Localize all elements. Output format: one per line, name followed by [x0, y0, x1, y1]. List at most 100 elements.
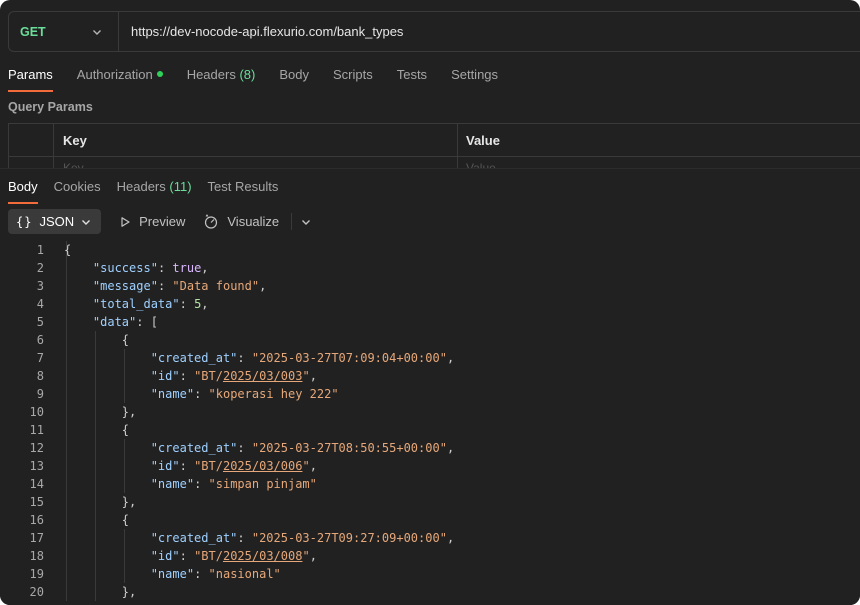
- code-text: "name": "nasional": [150, 567, 281, 581]
- tab-params[interactable]: Params: [8, 66, 53, 92]
- format-label: JSON: [39, 214, 75, 229]
- tab-test-results[interactable]: Test Results: [208, 178, 279, 204]
- code-line: 16 {: [0, 511, 860, 529]
- url-input[interactable]: https://dev-nocode-api.flexurio.com/bank…: [119, 24, 403, 39]
- code-text: {: [64, 333, 130, 347]
- format-select[interactable]: {} JSON: [8, 209, 102, 234]
- key-column-header: Key: [54, 124, 458, 156]
- line-number: 11: [29, 423, 44, 437]
- code-text: {: [64, 243, 72, 257]
- tab-body[interactable]: Body: [279, 66, 309, 92]
- tab-settings[interactable]: Settings: [451, 66, 498, 92]
- response-pane: Body Cookies Headers (11) Test Results {…: [0, 168, 860, 605]
- tab-label: Body: [279, 67, 309, 82]
- tab-response-body[interactable]: Body: [8, 178, 38, 204]
- tab-response-headers[interactable]: Headers (11): [117, 178, 192, 204]
- code-line: 11 {: [0, 421, 860, 439]
- method-select[interactable]: GET: [9, 12, 119, 51]
- url-bar: GET https://dev-nocode-api.flexurio.com/…: [8, 11, 860, 52]
- chevron-down-icon: [93, 30, 101, 35]
- code-text: },: [64, 585, 137, 599]
- chevron-down-icon: [82, 219, 91, 225]
- line-number: 20: [29, 585, 44, 599]
- code-text: "message": "Data found",: [92, 279, 267, 293]
- line-number: 2: [36, 261, 44, 275]
- code-text: "name": "koperasi hey 222": [150, 387, 339, 401]
- line-number: 12: [29, 441, 44, 455]
- tab-label: Authorization: [76, 67, 153, 82]
- tab-label: Scripts: [332, 67, 373, 82]
- code-text: "success": true,: [92, 261, 209, 275]
- tab-scripts[interactable]: Scripts: [333, 66, 373, 92]
- line-number: 9: [36, 387, 44, 401]
- code-line: 7 "created_at": "2025-03-27T07:09:04+00:…: [0, 349, 860, 367]
- code-line: 20 },: [0, 583, 860, 601]
- app-window: GET https://dev-nocode-api.flexurio.com/…: [0, 0, 860, 605]
- line-number: 8: [36, 369, 44, 383]
- code-line: 9 "name": "koperasi hey 222": [0, 385, 860, 403]
- code-line: 17 "created_at": "2025-03-27T09:27:09+00…: [0, 529, 860, 547]
- code-text: "id": "BT/2025/03/006",: [150, 459, 317, 473]
- code-line: 1{: [0, 241, 860, 259]
- code-line: 4 "total_data": 5,: [0, 295, 860, 313]
- code-text: {: [64, 423, 130, 437]
- preview-button[interactable]: Preview: [119, 214, 185, 229]
- line-number: 14: [29, 477, 44, 491]
- tab-label: Settings: [451, 67, 499, 82]
- line-number: 19: [29, 567, 44, 581]
- response-tabs: Body Cookies Headers (11) Test Results: [8, 178, 294, 204]
- preview-label: Preview: [139, 214, 186, 229]
- code-text: "id": "BT/2025/03/008",: [150, 549, 317, 563]
- tab-authorization[interactable]: Authorization: [77, 66, 163, 92]
- tab-label: Test Results: [207, 179, 279, 194]
- braces-icon: {}: [16, 214, 33, 229]
- code-text: {: [64, 513, 130, 527]
- code-line: 2 "success": true,: [0, 259, 860, 277]
- line-number: 7: [36, 351, 44, 365]
- visualize-button[interactable]: Visualize: [203, 213, 280, 230]
- code-line: 12 "created_at": "2025-03-27T08:50:55+00…: [0, 439, 860, 457]
- tab-label: Cookies: [53, 179, 101, 194]
- line-number: 17: [29, 531, 44, 545]
- request-tabs: Params Authorization Headers (8) Body Sc…: [8, 66, 522, 92]
- response-body-editor[interactable]: 1{2 "success": true, 3 "message": "Data f…: [0, 241, 860, 601]
- tab-cookies[interactable]: Cookies: [54, 178, 101, 204]
- code-line: 15 },: [0, 493, 860, 511]
- tab-label: Headers: [186, 67, 236, 82]
- line-number: 5: [36, 315, 44, 329]
- table-header-row: Key Value: [9, 124, 860, 157]
- code-text: "data": [: [92, 315, 158, 329]
- tab-label: Tests: [396, 67, 428, 82]
- line-number: 1: [36, 243, 44, 257]
- tab-label: Headers: [116, 179, 166, 194]
- code-line: 13 "id": "BT/2025/03/006",: [0, 457, 860, 475]
- code-text: "created_at": "2025-03-27T09:27:09+00:00…: [150, 531, 455, 545]
- tab-label: Params: [8, 67, 53, 82]
- line-number: 6: [36, 333, 44, 347]
- visualize-icon: [205, 213, 218, 229]
- headers-count: (11): [169, 179, 192, 194]
- code-text: "name": "simpan pinjam": [150, 477, 317, 491]
- code-text: "id": "BT/2025/03/003",: [150, 369, 317, 383]
- code-line: 19 "name": "nasional": [0, 565, 860, 583]
- code-line: 6 {: [0, 331, 860, 349]
- line-number: 18: [29, 549, 44, 563]
- query-params-table: Key Value Key Value: [8, 123, 860, 169]
- code-line: 14 "name": "simpan pinjam": [0, 475, 860, 493]
- line-number: 15: [29, 495, 44, 509]
- chevron-down-icon: [302, 219, 311, 225]
- code-line: 5 "data": [: [0, 313, 860, 331]
- tab-tests[interactable]: Tests: [397, 66, 427, 92]
- code-text: },: [64, 495, 137, 509]
- query-params-title: Query Params: [8, 100, 93, 114]
- visualize-menu-button[interactable]: [291, 213, 312, 230]
- tab-headers[interactable]: Headers (8): [187, 66, 256, 92]
- code-line: 10 },: [0, 403, 860, 421]
- code-text: "total_data": 5,: [92, 297, 209, 311]
- visualize-label: Visualize: [227, 214, 280, 229]
- line-number: 16: [29, 513, 44, 527]
- code-text: "created_at": "2025-03-27T07:09:04+00:00…: [150, 351, 455, 365]
- headers-count: (8): [239, 67, 256, 82]
- code-line: 8 "id": "BT/2025/03/003",: [0, 367, 860, 385]
- play-icon: [121, 216, 130, 227]
